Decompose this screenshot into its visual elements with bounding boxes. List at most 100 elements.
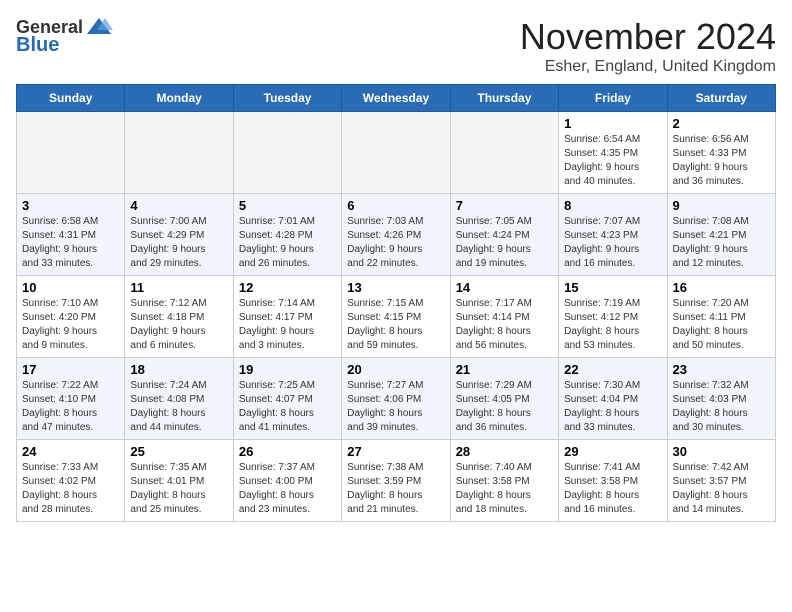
column-header-sunday: Sunday [17, 85, 125, 112]
day-number: 9 [673, 198, 770, 213]
day-info: Sunrise: 7:19 AM Sunset: 4:12 PM Dayligh… [564, 297, 661, 353]
calendar-week-row: 17 Sunrise: 7:22 AM Sunset: 4:10 PM Dayli… [17, 358, 776, 440]
day-number: 26 [239, 444, 336, 459]
logo-icon [85, 16, 113, 38]
day-number: 5 [239, 198, 336, 213]
day-info: Sunrise: 7:32 AM Sunset: 4:03 PM Dayligh… [673, 379, 770, 435]
day-info: Sunrise: 7:40 AM Sunset: 3:58 PM Dayligh… [456, 461, 553, 517]
day-info: Sunrise: 7:01 AM Sunset: 4:28 PM Dayligh… [239, 215, 336, 271]
day-number: 1 [564, 116, 661, 131]
day-number: 6 [347, 198, 444, 213]
calendar-cell: 11Sunrise: 7:12 AM Sunset: 4:18 PM Dayli… [125, 276, 233, 358]
calendar-cell: 21 Sunrise: 7:29 AM Sunset: 4:05 PM Dayli… [450, 358, 558, 440]
day-number: 30 [673, 444, 770, 459]
calendar-cell: 17 Sunrise: 7:22 AM Sunset: 4:10 PM Dayli… [17, 358, 125, 440]
day-number: 27 [347, 444, 444, 459]
calendar-cell: 6 Sunrise: 7:03 AM Sunset: 4:26 PM Daylig… [342, 194, 450, 276]
day-info: Sunrise: 7:03 AM Sunset: 4:26 PM Dayligh… [347, 215, 444, 271]
column-header-friday: Friday [559, 85, 667, 112]
day-number: 4 [130, 198, 227, 213]
day-info: Sunrise: 7:35 AM Sunset: 4:01 PM Dayligh… [130, 461, 227, 517]
calendar-cell: 7 Sunrise: 7:05 AM Sunset: 4:24 PM Daylig… [450, 194, 558, 276]
day-info: Sunrise: 7:41 AM Sunset: 3:58 PM Dayligh… [564, 461, 661, 517]
day-number: 2 [673, 116, 770, 131]
calendar-cell [233, 112, 341, 194]
day-number: 14 [456, 280, 553, 295]
day-number: 29 [564, 444, 661, 459]
calendar-cell: 15 Sunrise: 7:19 AM Sunset: 4:12 PM Dayli… [559, 276, 667, 358]
calendar-cell: 23 Sunrise: 7:32 AM Sunset: 4:03 PM Dayli… [667, 358, 775, 440]
day-info: Sunrise: 7:15 AM Sunset: 4:15 PM Dayligh… [347, 297, 444, 353]
day-number: 7 [456, 198, 553, 213]
calendar-cell: 27Sunrise: 7:38 AM Sunset: 3:59 PM Dayli… [342, 440, 450, 522]
calendar-cell: 12 Sunrise: 7:14 AM Sunset: 4:17 PM Dayli… [233, 276, 341, 358]
day-number: 21 [456, 362, 553, 377]
day-info: Sunrise: 7:33 AM Sunset: 4:02 PM Dayligh… [22, 461, 119, 517]
day-number: 20 [347, 362, 444, 377]
calendar-cell [450, 112, 558, 194]
day-number: 17 [22, 362, 119, 377]
calendar-cell: 14 Sunrise: 7:17 AM Sunset: 4:14 PM Dayli… [450, 276, 558, 358]
day-info: Sunrise: 7:14 AM Sunset: 4:17 PM Dayligh… [239, 297, 336, 353]
title-section: November 2024 Esher, England, United Kin… [520, 16, 776, 76]
calendar-cell: 5 Sunrise: 7:01 AM Sunset: 4:28 PM Daylig… [233, 194, 341, 276]
day-info: Sunrise: 7:29 AM Sunset: 4:05 PM Dayligh… [456, 379, 553, 435]
day-number: 24 [22, 444, 119, 459]
month-title: November 2024 [520, 16, 776, 58]
day-number: 10 [22, 280, 119, 295]
day-info: Sunrise: 7:42 AM Sunset: 3:57 PM Dayligh… [673, 461, 770, 517]
calendar-cell: 19Sunrise: 7:25 AM Sunset: 4:07 PM Dayli… [233, 358, 341, 440]
calendar-cell [342, 112, 450, 194]
calendar-table: SundayMondayTuesdayWednesdayThursdayFrid… [16, 84, 776, 522]
day-info: Sunrise: 7:08 AM Sunset: 4:21 PM Dayligh… [673, 215, 770, 271]
day-number: 8 [564, 198, 661, 213]
day-number: 18 [130, 362, 227, 377]
day-number: 13 [347, 280, 444, 295]
day-info: Sunrise: 7:00 AM Sunset: 4:29 PM Dayligh… [130, 215, 227, 271]
day-info: Sunrise: 7:05 AM Sunset: 4:24 PM Dayligh… [456, 215, 553, 271]
day-number: 28 [456, 444, 553, 459]
day-info: Sunrise: 7:22 AM Sunset: 4:10 PM Dayligh… [22, 379, 119, 435]
column-header-wednesday: Wednesday [342, 85, 450, 112]
day-info: Sunrise: 7:07 AM Sunset: 4:23 PM Dayligh… [564, 215, 661, 271]
calendar-cell: 2 Sunrise: 6:56 AM Sunset: 4:33 PM Daylig… [667, 112, 775, 194]
day-info: Sunrise: 6:58 AM Sunset: 4:31 PM Dayligh… [22, 215, 119, 271]
calendar-week-row: 3 Sunrise: 6:58 AM Sunset: 4:31 PM Daylig… [17, 194, 776, 276]
calendar-cell [17, 112, 125, 194]
day-number: 23 [673, 362, 770, 377]
calendar-cell: 24 Sunrise: 7:33 AM Sunset: 4:02 PM Dayli… [17, 440, 125, 522]
calendar-cell: 1 Sunrise: 6:54 AM Sunset: 4:35 PM Daylig… [559, 112, 667, 194]
day-number: 15 [564, 280, 661, 295]
column-header-saturday: Saturday [667, 85, 775, 112]
page-header: General Blue November 2024 Esher, Englan… [16, 16, 776, 76]
calendar-cell: 22Sunrise: 7:30 AM Sunset: 4:04 PM Dayli… [559, 358, 667, 440]
day-info: Sunrise: 7:12 AM Sunset: 4:18 PM Dayligh… [130, 297, 227, 353]
day-info: Sunrise: 7:27 AM Sunset: 4:06 PM Dayligh… [347, 379, 444, 435]
day-number: 22 [564, 362, 661, 377]
day-info: Sunrise: 6:54 AM Sunset: 4:35 PM Dayligh… [564, 133, 661, 189]
calendar-cell: 29 Sunrise: 7:41 AM Sunset: 3:58 PM Dayli… [559, 440, 667, 522]
day-info: Sunrise: 7:25 AM Sunset: 4:07 PM Dayligh… [239, 379, 336, 435]
day-number: 12 [239, 280, 336, 295]
day-info: Sunrise: 7:17 AM Sunset: 4:14 PM Dayligh… [456, 297, 553, 353]
day-number: 16 [673, 280, 770, 295]
calendar-cell: 26Sunrise: 7:37 AM Sunset: 4:00 PM Dayli… [233, 440, 341, 522]
calendar-week-row: 24 Sunrise: 7:33 AM Sunset: 4:02 PM Dayli… [17, 440, 776, 522]
calendar-cell: 30 Sunrise: 7:42 AM Sunset: 3:57 PM Dayli… [667, 440, 775, 522]
day-info: Sunrise: 7:10 AM Sunset: 4:20 PM Dayligh… [22, 297, 119, 353]
day-info: Sunrise: 6:56 AM Sunset: 4:33 PM Dayligh… [673, 133, 770, 189]
day-info: Sunrise: 7:20 AM Sunset: 4:11 PM Dayligh… [673, 297, 770, 353]
day-info: Sunrise: 7:24 AM Sunset: 4:08 PM Dayligh… [130, 379, 227, 435]
calendar-cell: 8 Sunrise: 7:07 AM Sunset: 4:23 PM Daylig… [559, 194, 667, 276]
calendar-week-row: 10 Sunrise: 7:10 AM Sunset: 4:20 PM Dayli… [17, 276, 776, 358]
calendar-week-row: 1 Sunrise: 6:54 AM Sunset: 4:35 PM Daylig… [17, 112, 776, 194]
calendar-cell: 4 Sunrise: 7:00 AM Sunset: 4:29 PM Daylig… [125, 194, 233, 276]
calendar-cell: 10 Sunrise: 7:10 AM Sunset: 4:20 PM Dayli… [17, 276, 125, 358]
calendar-cell: 3 Sunrise: 6:58 AM Sunset: 4:31 PM Daylig… [17, 194, 125, 276]
calendar-cell: 28 Sunrise: 7:40 AM Sunset: 3:58 PM Dayli… [450, 440, 558, 522]
day-number: 3 [22, 198, 119, 213]
column-header-monday: Monday [125, 85, 233, 112]
calendar-cell: 13 Sunrise: 7:15 AM Sunset: 4:15 PM Dayli… [342, 276, 450, 358]
column-header-tuesday: Tuesday [233, 85, 341, 112]
calendar-cell: 20 Sunrise: 7:27 AM Sunset: 4:06 PM Dayli… [342, 358, 450, 440]
